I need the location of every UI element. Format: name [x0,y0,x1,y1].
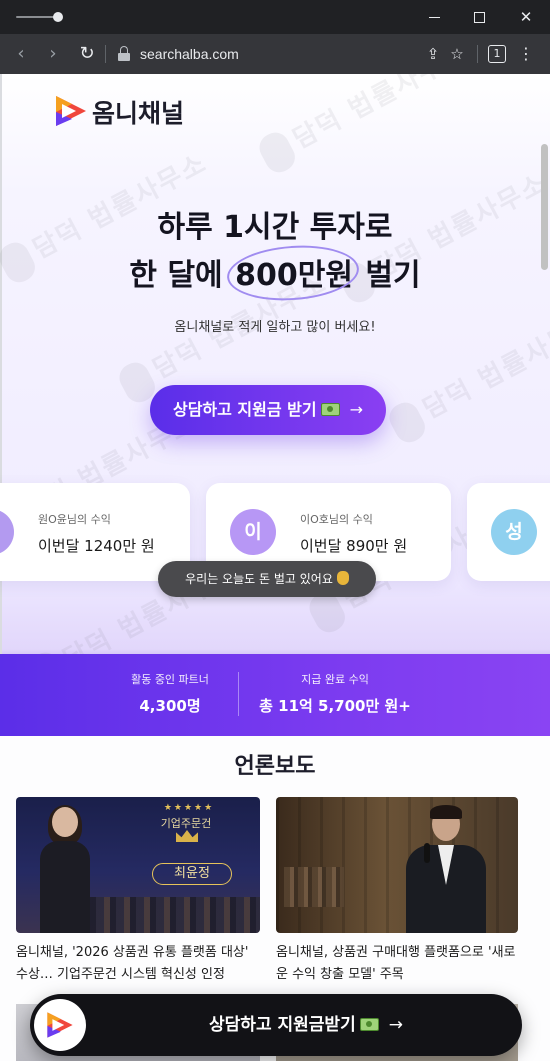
press-thumbnail[interactable] [276,797,518,933]
earner-amount: 이번달 1240만 원 [38,537,155,555]
stats-banner: 활동 중인 파트너 4,300명 지급 완료 수익 총 11억 5,700만 원… [0,654,550,736]
banknote-icon [320,403,340,416]
money-bag-icon [336,571,349,585]
more-vert-icon[interactable]: ⋮ [516,43,536,65]
earner-amount: 이번달 890만 원 [300,537,408,555]
fab-label: 상담하고 지원금받기 [209,1015,356,1035]
stat-paid: 지급 완료 수익 총 11억 5,700만 원+ [250,654,420,736]
window-slider-thumb[interactable] [53,12,63,22]
award-name-plate: 최윤정 [152,863,232,885]
hero-headline-1: 하루 1시간 투자로 [157,210,393,245]
bookshelf [284,867,344,907]
share-icon[interactable]: ⇪ [423,43,443,65]
stat-divider [238,672,239,716]
close-window-button[interactable]: ✕ [516,7,536,27]
back-icon[interactable]: ‹ [10,43,32,65]
logo-mark-icon [47,1012,73,1038]
address-bar[interactable]: searchalba.com [140,44,239,64]
earning-toast: 우리는 오늘도 돈 벌고 있어요 [158,561,376,597]
avatar [0,509,14,555]
speaker-figure [406,805,486,933]
toolbar-divider-2 [477,45,478,63]
earner-name: 이O호님의 수익 [300,513,373,526]
floating-consult-button[interactable]: 상담하고 지원금받기 → [30,994,522,1056]
lock-icon[interactable] [117,46,131,62]
crown-icon [176,830,198,842]
consult-cta-button[interactable]: 상담하고 지원금 받기 → [150,385,386,435]
press-headline[interactable]: 옴니채널, '2026 상품권 유통 플랫폼 대상' 수상… 기업주문건 시스템… [16,942,260,986]
earner-name: 원O윤님의 수익 [38,513,111,526]
maximize-button[interactable] [469,7,489,27]
stat-partners: 활동 중인 파트너 4,300명 [90,654,250,736]
browser-toolbar: ‹ › ↻ searchalba.com ⇪ ☆ 1 ⋮ [0,34,550,74]
stat-value: 4,300명 [139,697,201,715]
presenter-figure [40,805,90,933]
reload-icon[interactable]: ↻ [76,43,98,65]
hero-headline-2-prefix: 한 달에 [129,258,234,293]
stat-label: 활동 중인 파트너 [131,673,209,686]
fab-logo [34,999,86,1051]
tab-count-button[interactable]: 1 [488,45,506,63]
award-stars: ★★★★★ [163,803,215,813]
watermark: 담덕 법률사무소 [254,74,475,177]
press-headline[interactable]: 옴니채널, 상품권 구매대행 플랫폼으로 '새로운 수익 창출 모델' 주목 [276,942,520,986]
window-slider-track[interactable] [16,16,58,18]
cta-label: 상담하고 지원금 받기 [172,400,317,419]
minimize-button[interactable] [425,7,445,27]
press-thumbnail[interactable]: ★★★★★ 기업주문건 최윤정 [16,797,260,933]
arrow-right-icon: → [349,400,364,419]
bookmark-star-icon[interactable]: ☆ [447,43,467,65]
logo-mark-icon [56,96,86,126]
press-section-title: 언론보도 [234,754,316,779]
toolbar-divider [105,45,106,63]
arrow-right-icon: → [388,1015,403,1035]
window-titlebar: ✕ [0,0,550,34]
stat-value: 총 11억 5,700만 원+ [259,697,411,715]
avatar: 성 [491,509,537,555]
toast-text: 우리는 오늘도 돈 벌고 있어요 [185,572,333,586]
page-viewport[interactable]: 담덕 법률사무소 담덕 법률사무소 담덕 법률사무소 담덕 법률사무소 담덕 법… [0,74,550,1061]
avatar: 이 [230,509,276,555]
hero-headline-2-suffix: 벌기 [354,258,421,293]
forward-icon[interactable]: › [42,43,64,65]
brand-name: 옴니채널 [92,99,185,128]
fab-label-group: 상담하고 지원금받기 → [90,994,522,1056]
banknote-icon [359,1018,379,1031]
page-scrollbar[interactable] [541,144,548,270]
hero-subtitle: 옴니채널로 적게 일하고 많이 버세요! [174,320,376,335]
hero-highlight-amount: 800만원 [233,250,355,294]
award-banner-text: 기업주문건 [160,817,212,830]
earnings-card: 성 [467,483,550,581]
hero-headline-2: 한 달에 800만원 벌기 [0,250,550,294]
stat-label: 지급 완료 수익 [301,673,369,686]
